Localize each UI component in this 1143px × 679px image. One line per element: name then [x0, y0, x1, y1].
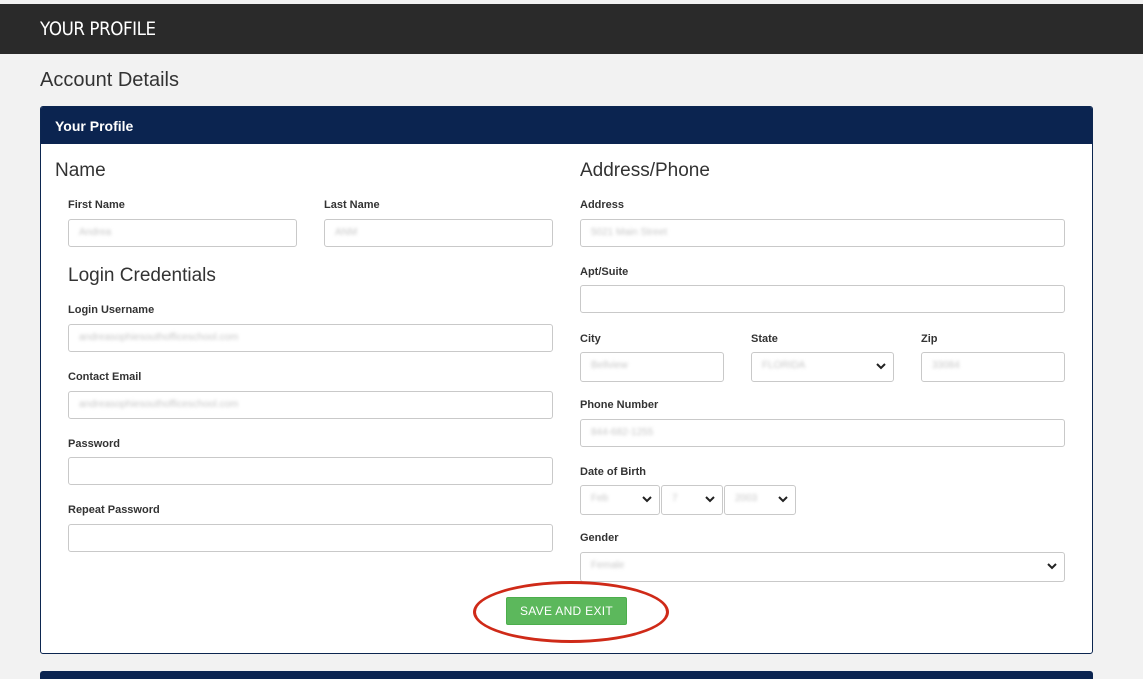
password-label: Password	[68, 438, 120, 450]
zip-field[interactable]: 33084	[921, 352, 1065, 382]
state-select[interactable]: FLORIDA	[751, 352, 894, 382]
password-field[interactable]	[68, 457, 553, 485]
chevron-down-icon	[705, 496, 715, 503]
login-username-field[interactable]: andreasophiesouthofficeschool.com	[68, 324, 553, 352]
repeat-password-field[interactable]	[68, 524, 553, 552]
chevron-down-icon	[642, 496, 652, 503]
city-label: City	[580, 333, 601, 345]
phone-number-field[interactable]: 844-682-1255	[580, 419, 1065, 447]
dob-day-select[interactable]: 7	[661, 485, 723, 515]
address-label: Address	[580, 199, 625, 211]
address-phone-heading: Address/Phone	[580, 160, 710, 181]
panel-header: Your Profile	[41, 107, 1092, 144]
name-heading: Name	[55, 160, 106, 181]
contact-email-field[interactable]: andreasophiesouthofficeschool.com	[68, 391, 553, 419]
dob-month-select[interactable]: Feb	[580, 485, 660, 515]
chevron-down-icon	[876, 363, 886, 370]
section-title: Account Details	[40, 69, 179, 91]
apt-suite-label: Apt/Suite	[580, 266, 629, 278]
chevron-down-icon	[1047, 563, 1057, 570]
contact-email-label: Contact Email	[68, 371, 142, 383]
login-username-label: Login Username	[68, 304, 155, 316]
login-credentials-heading: Login Credentials	[68, 265, 216, 286]
gender-select[interactable]: Female	[580, 552, 1065, 582]
chevron-down-icon	[778, 496, 788, 503]
first-name-field[interactable]: Andrea	[68, 219, 297, 247]
dob-year-select[interactable]: 2003	[724, 485, 796, 515]
page-header-title: YOUR PROFILE	[40, 18, 156, 40]
gender-label: Gender	[580, 532, 619, 544]
top-header-bar: YOUR PROFILE	[0, 4, 1143, 54]
next-panel-header	[40, 671, 1093, 679]
panel-title: Your Profile	[55, 118, 134, 134]
apt-suite-field[interactable]	[580, 285, 1065, 313]
zip-label: Zip	[921, 333, 938, 345]
highlight-circle	[473, 581, 669, 643]
date-of-birth-label: Date of Birth	[580, 466, 646, 478]
address-field[interactable]: 5021 Main Street	[580, 219, 1065, 247]
last-name-label: Last Name	[324, 199, 380, 211]
repeat-password-label: Repeat Password	[68, 504, 160, 516]
phone-number-label: Phone Number	[580, 399, 659, 411]
last-name-field[interactable]: ANM	[324, 219, 553, 247]
state-label: State	[751, 333, 778, 345]
city-field[interactable]: Bellview	[580, 352, 724, 382]
first-name-label: First Name	[68, 199, 125, 211]
